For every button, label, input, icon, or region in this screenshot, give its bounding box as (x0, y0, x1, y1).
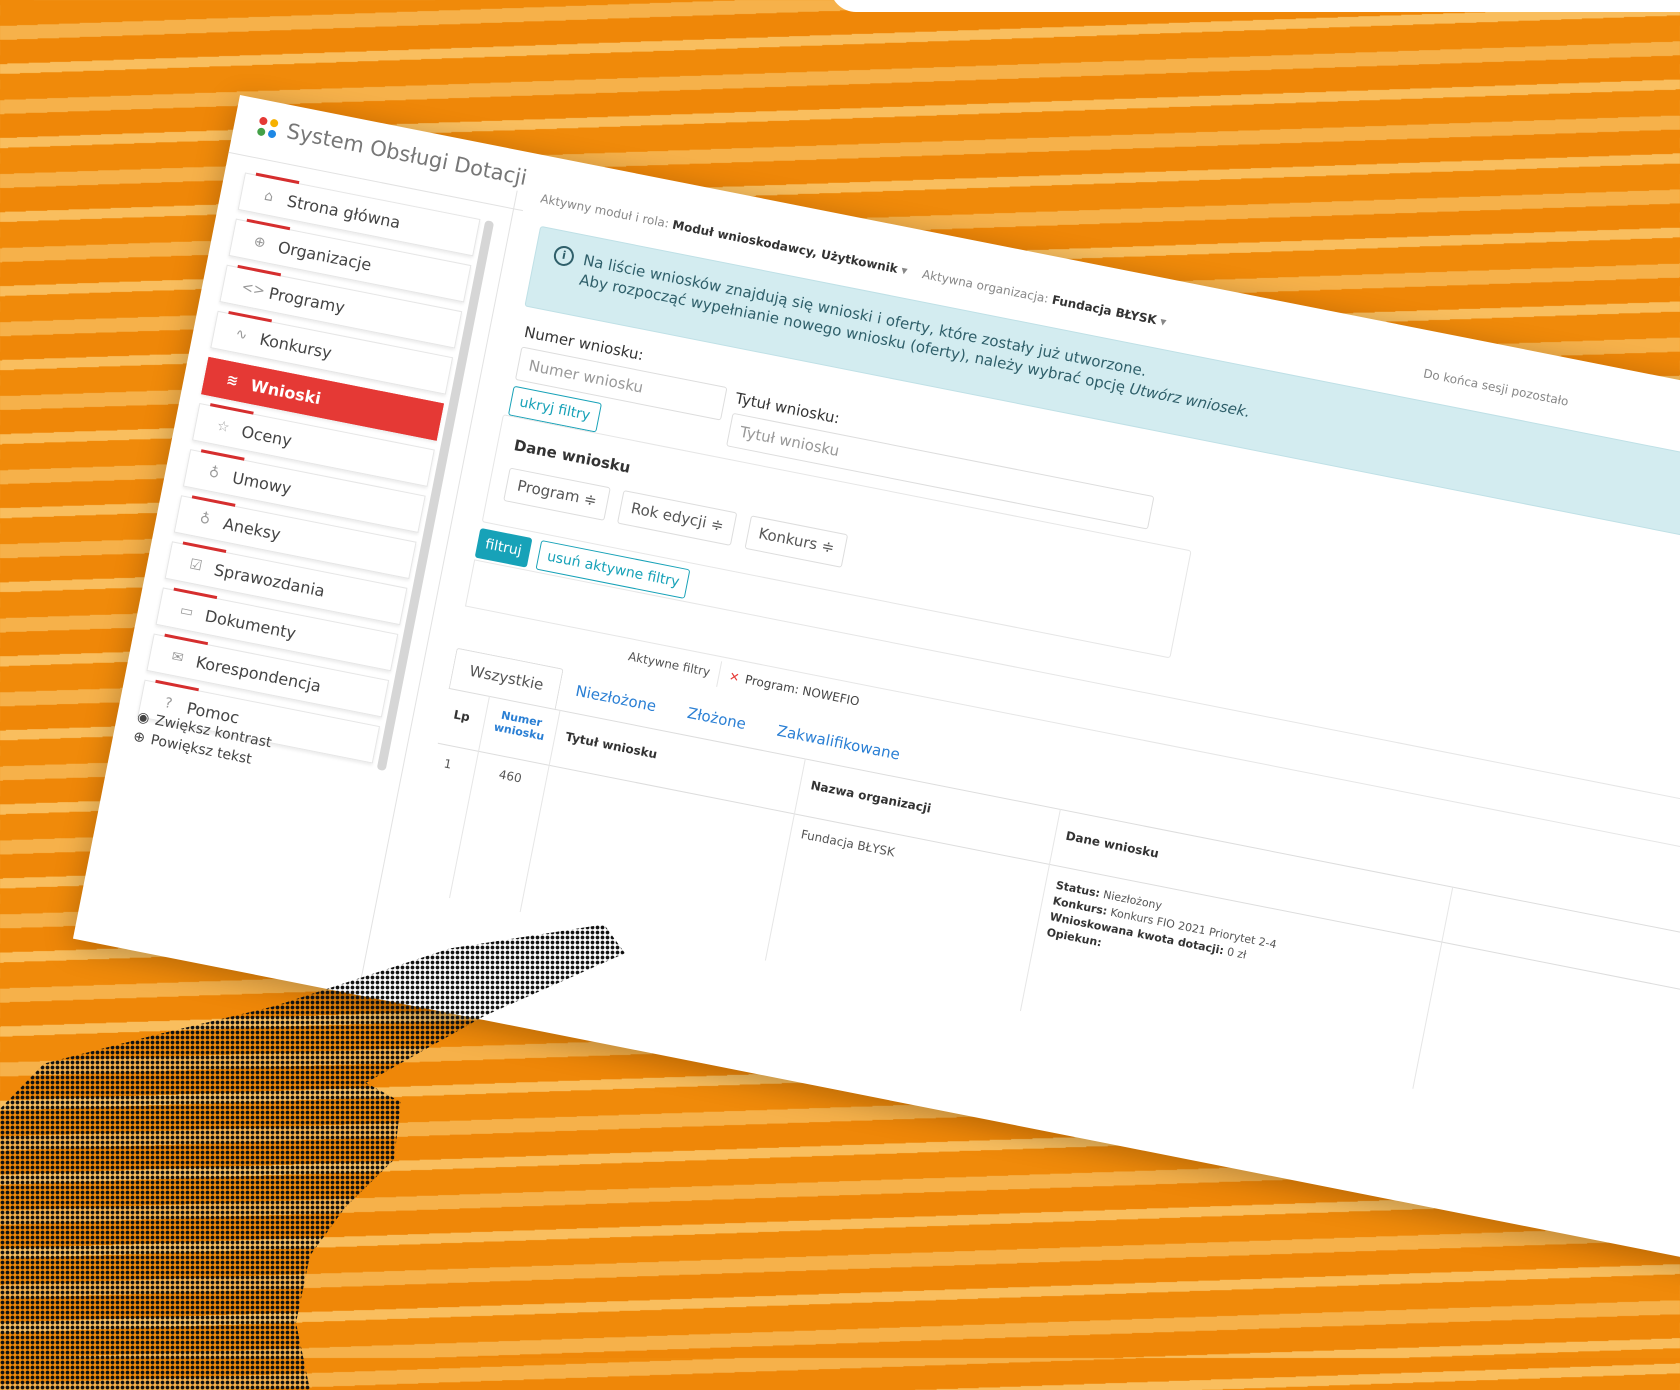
chevron-down-icon[interactable]: ▾ (1159, 314, 1168, 329)
star-icon: ☆ (215, 417, 231, 437)
zoom-in-icon: ⊕ (131, 728, 147, 747)
kwota-value: 0 zł (1225, 945, 1248, 962)
active-filters-label: Aktywne filtry (627, 649, 712, 680)
sidebar-item-label: Konkursy (258, 329, 334, 363)
app-brand[interactable]: System Obsługi Dotacji (256, 113, 529, 190)
year-select[interactable]: Rok edycji ≑ (616, 490, 738, 546)
checklist-icon: ☑ (188, 556, 204, 575)
session-timer: Do końca sesji pozostało (1422, 366, 1570, 409)
help-icon: ? (163, 695, 174, 713)
code-icon: <> (240, 279, 267, 300)
eye-icon: ◉ (135, 709, 151, 728)
applications-table: Lp Numer wniosku Tytuł wniosku Nazwa org… (408, 687, 1680, 1089)
app-title: System Obsługi Dotacji (284, 119, 529, 191)
sidebar-item-label: Oceny (239, 421, 294, 450)
mail-icon: ✉ (170, 648, 185, 667)
pulse-icon: ∿ (234, 325, 249, 344)
sidebar-item-label: Wnioski (249, 375, 323, 408)
sidebar-item-label: Korespondencja (194, 651, 323, 696)
globe-icon: ⊕ (252, 233, 268, 252)
sidebar-item-label: Programy (267, 283, 347, 317)
org-label: Aktywna organizacja: (920, 267, 1050, 306)
sidebar-item-label: Aneksy (221, 513, 283, 544)
info-icon: i (552, 244, 576, 268)
org-selector[interactable]: Fundacja BŁYSK (1051, 293, 1158, 327)
sidebar-nav: ⌂ Strona główna ⊕ Organizacje <> Program… (136, 172, 481, 772)
sidebar-item-label: Sprawozdania (212, 559, 327, 601)
app-logo-icon (256, 115, 279, 139)
sidebar-item-label: Strona główna (285, 190, 403, 232)
close-icon[interactable]: ✕ (728, 669, 741, 685)
sidebar-item-label: Dokumenty (203, 605, 298, 643)
background-card-edge (830, 0, 1680, 12)
layers-icon: ≋ (224, 371, 240, 390)
sidebar-item-label: Organizacje (276, 237, 374, 275)
badge-icon: ♁ (198, 510, 212, 529)
sidebar-item-label: Umowy (230, 467, 294, 498)
folder-icon: ▭ (178, 602, 195, 621)
award-icon: ♁ (207, 464, 221, 483)
chevron-down-icon[interactable]: ▾ (900, 263, 912, 279)
competition-select[interactable]: Konkurs ≑ (744, 515, 849, 568)
module-label: Aktywny moduł i rola: (539, 191, 671, 231)
program-select[interactable]: Program ≑ (503, 467, 611, 521)
home-icon: ⌂ (262, 187, 275, 206)
